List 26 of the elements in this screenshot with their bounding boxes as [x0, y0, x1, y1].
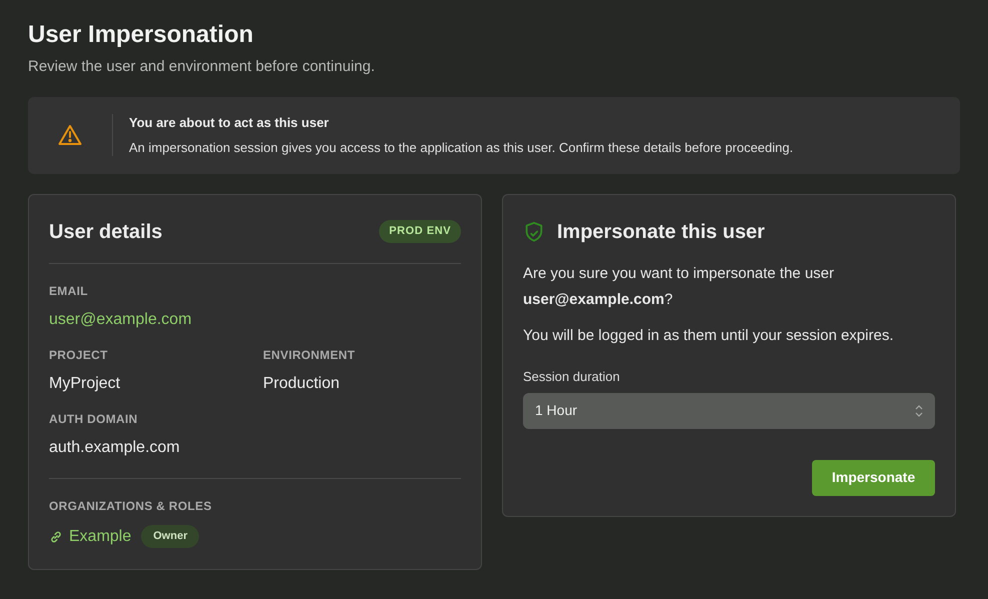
page-subtitle: Review the user and environment before continuing. — [28, 57, 376, 77]
shield-check-icon — [523, 220, 545, 242]
field-label: AUTH DOMAIN — [49, 410, 139, 428]
field-value: auth.example.com — [49, 438, 180, 458]
link-icon — [49, 530, 63, 544]
role-badge: Owner — [141, 525, 200, 548]
chevron-up-down-icon — [915, 404, 923, 416]
email-link[interactable]: user@example.com — [49, 308, 192, 332]
field-value: MyProject — [49, 374, 120, 394]
warning-title: You are about to act as this user — [129, 114, 330, 132]
field-label: Session duration — [523, 368, 621, 386]
warning-message: An impersonation session gives you access to the application as this user. Confirm these details before proceeding. — [129, 138, 794, 157]
card-title: Impersonate this user — [557, 220, 765, 244]
confirmation-question: Are you sure you want to impersonate the user user@example.com? — [523, 264, 836, 310]
field-label: PROJECT — [49, 346, 109, 364]
page-title: User Impersonation — [28, 20, 254, 50]
field-label: ENVIRONMENT — [263, 346, 356, 364]
warning-icon — [58, 124, 82, 146]
session-note: You will be logged in as them until your session expires. — [523, 326, 894, 346]
card-title: User details — [49, 220, 162, 244]
environment-badge: PROD ENV — [379, 220, 461, 243]
organization-link[interactable]: Example — [49, 524, 132, 548]
duration-select[interactable]: 1 Hour — [523, 392, 935, 428]
field-label: EMAIL — [49, 282, 89, 300]
field-value: Production — [263, 374, 340, 394]
field-label: ORGANIZATIONS & ROLES — [49, 498, 213, 514]
